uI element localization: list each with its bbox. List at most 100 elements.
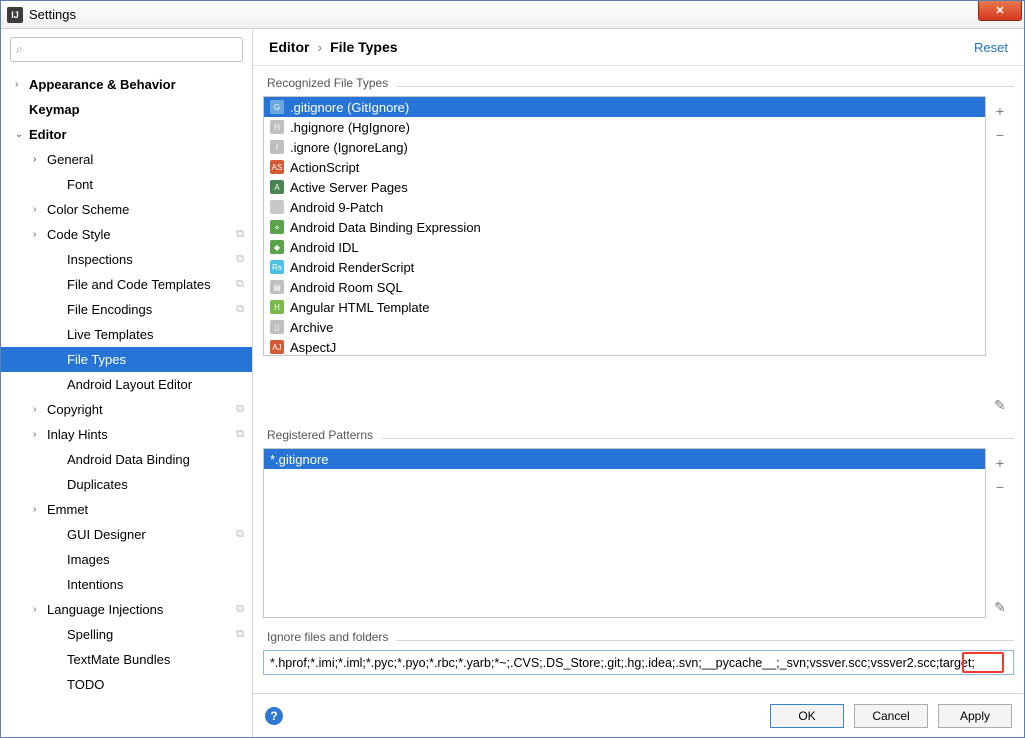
tree-item-todo[interactable]: ›TODO — [1, 672, 252, 697]
tree-item-code-style[interactable]: ›Code Style⧉ — [1, 222, 252, 247]
settings-tree[interactable]: ›Appearance & Behavior›Keymap⌄Editor›Gen… — [1, 70, 252, 737]
tree-item-label: GUI Designer — [67, 527, 146, 542]
tree-item-spelling[interactable]: ›Spelling⧉ — [1, 622, 252, 647]
tree-item-textmate-bundles[interactable]: ›TextMate Bundles — [1, 647, 252, 672]
main-panel: Editor › File Types Reset Recognized Fil… — [253, 29, 1024, 737]
button-bar: ? OK Cancel Apply — [253, 693, 1024, 737]
ignore-files-input[interactable] — [263, 650, 1014, 675]
recognized-file-types-group: Recognized File Types G.gitignore (GitIg… — [263, 76, 1014, 416]
file-type-icon: ◆ — [270, 240, 284, 254]
patterns-label: Registered Patterns — [263, 428, 373, 448]
tree-item-appearance-behavior[interactable]: ›Appearance & Behavior — [1, 72, 252, 97]
file-type-label: Android Data Binding Expression — [290, 220, 481, 235]
pattern-row[interactable]: *.gitignore — [264, 449, 985, 469]
apply-button[interactable]: Apply — [938, 704, 1012, 728]
tree-item-label: Android Data Binding — [67, 452, 190, 467]
tree-item-label: Keymap — [29, 102, 80, 117]
tree-item-duplicates[interactable]: ›Duplicates — [1, 472, 252, 497]
tree-item-live-templates[interactable]: ›Live Templates — [1, 322, 252, 347]
window-close-button[interactable]: ✕ — [978, 1, 1022, 21]
tree-item-android-layout-editor[interactable]: ›Android Layout Editor — [1, 372, 252, 397]
tree-item-android-data-binding[interactable]: ›Android Data Binding — [1, 447, 252, 472]
tree-item-inlay-hints[interactable]: ›Inlay Hints⧉ — [1, 422, 252, 447]
chevron-icon: › — [33, 229, 47, 240]
chevron-icon: ⌄ — [15, 129, 29, 140]
tree-item-label: Duplicates — [67, 477, 128, 492]
file-type-row[interactable]: ⋄ Android Data Binding Expression — [264, 217, 985, 237]
reset-link[interactable]: Reset — [974, 40, 1008, 55]
chevron-icon: › — [33, 154, 47, 165]
file-type-row[interactable]: ▤Android Room SQL — [264, 277, 985, 297]
tree-item-label: Code Style — [47, 227, 111, 242]
remove-file-type-button[interactable]: − — [989, 124, 1011, 146]
file-type-row[interactable]: AActive Server Pages — [264, 177, 985, 197]
tree-item-emmet[interactable]: ›Emmet — [1, 497, 252, 522]
edit-pattern-button[interactable]: ✎ — [989, 596, 1011, 618]
breadcrumb-current: File Types — [330, 39, 397, 55]
add-file-type-button[interactable]: + — [989, 100, 1011, 122]
ignore-group: Ignore files and folders — [263, 630, 1014, 675]
settings-dialog: IJ Settings ✕ ⌕ ›Appearance & Behavior›K… — [0, 0, 1025, 738]
tree-item-intentions[interactable]: ›Intentions — [1, 572, 252, 597]
tree-item-file-encodings[interactable]: ›File Encodings⧉ — [1, 297, 252, 322]
file-type-row[interactable]: RsAndroid RenderScript — [264, 257, 985, 277]
chevron-icon: › — [33, 404, 47, 415]
file-type-icon — [270, 200, 284, 214]
file-type-label: AspectJ — [290, 340, 336, 355]
tree-item-editor[interactable]: ⌄Editor — [1, 122, 252, 147]
file-type-icon: H — [270, 120, 284, 134]
scope-icon: ⧉ — [236, 253, 244, 266]
tree-item-label: TextMate Bundles — [67, 652, 170, 667]
file-type-label: Active Server Pages — [290, 180, 408, 195]
tree-item-language-injections[interactable]: ›Language Injections⧉ — [1, 597, 252, 622]
chevron-icon: › — [33, 604, 47, 615]
tree-item-file-and-code-templates[interactable]: ›File and Code Templates⧉ — [1, 272, 252, 297]
file-type-label: Angular HTML Template — [290, 300, 429, 315]
scope-icon: ⧉ — [236, 303, 244, 316]
scope-icon: ⧉ — [236, 278, 244, 291]
edit-file-type-button[interactable]: ✎ — [989, 394, 1011, 416]
file-type-label: Archive — [290, 320, 333, 335]
tree-item-keymap[interactable]: ›Keymap — [1, 97, 252, 122]
tree-item-label: Font — [67, 177, 93, 192]
file-type-row[interactable]: AJ AspectJ — [264, 337, 985, 356]
file-type-icon: ⋄ — [270, 220, 284, 234]
tree-item-copyright[interactable]: ›Copyright⧉ — [1, 397, 252, 422]
file-type-row[interactable]: Android 9-Patch — [264, 197, 985, 217]
tree-item-color-scheme[interactable]: ›Color Scheme — [1, 197, 252, 222]
patterns-list[interactable]: *.gitignore — [263, 448, 986, 618]
scope-icon: ⧉ — [236, 628, 244, 641]
add-pattern-button[interactable]: + — [989, 452, 1011, 474]
tree-item-font[interactable]: ›Font — [1, 172, 252, 197]
file-type-label: .hgignore (HgIgnore) — [290, 120, 410, 135]
file-type-icon: AJ — [270, 340, 284, 354]
tree-item-general[interactable]: ›General — [1, 147, 252, 172]
registered-patterns-group: Registered Patterns *.gitignore + − ✎ — [263, 428, 1014, 618]
scope-icon: ⧉ — [236, 428, 244, 441]
tree-item-file-types[interactable]: ›File Types — [1, 347, 252, 372]
tree-item-images[interactable]: ›Images — [1, 547, 252, 572]
file-type-row[interactable]: ▯Archive — [264, 317, 985, 337]
file-type-row[interactable]: H .hgignore (HgIgnore) — [264, 117, 985, 137]
breadcrumb-root[interactable]: Editor — [269, 39, 309, 55]
chevron-icon: › — [15, 79, 29, 90]
chevron-icon: › — [33, 429, 47, 440]
cancel-button[interactable]: Cancel — [854, 704, 928, 728]
help-button[interactable]: ? — [265, 707, 283, 725]
remove-pattern-button[interactable]: − — [989, 476, 1011, 498]
file-type-row[interactable]: HAngular HTML Template — [264, 297, 985, 317]
file-type-row[interactable]: ◆Android IDL — [264, 237, 985, 257]
file-type-row[interactable]: G.gitignore (GitIgnore) — [264, 97, 985, 117]
tree-item-inspections[interactable]: ›Inspections⧉ — [1, 247, 252, 272]
file-types-list[interactable]: G.gitignore (GitIgnore) H .hgignore (HgIgn… — [263, 96, 986, 356]
search-input[interactable] — [10, 37, 243, 62]
window-title: Settings — [29, 7, 76, 22]
file-type-icon: G — [270, 100, 284, 114]
patterns-tools: + − ✎ — [986, 448, 1014, 618]
file-type-row[interactable]: I.ignore (IgnoreLang) — [264, 137, 985, 157]
tree-item-gui-designer[interactable]: ›GUI Designer⧉ — [1, 522, 252, 547]
titlebar: IJ Settings ✕ — [1, 1, 1024, 29]
file-type-row[interactable]: ASActionScript — [264, 157, 985, 177]
ok-button[interactable]: OK — [770, 704, 844, 728]
tree-item-label: Appearance & Behavior — [29, 77, 176, 92]
